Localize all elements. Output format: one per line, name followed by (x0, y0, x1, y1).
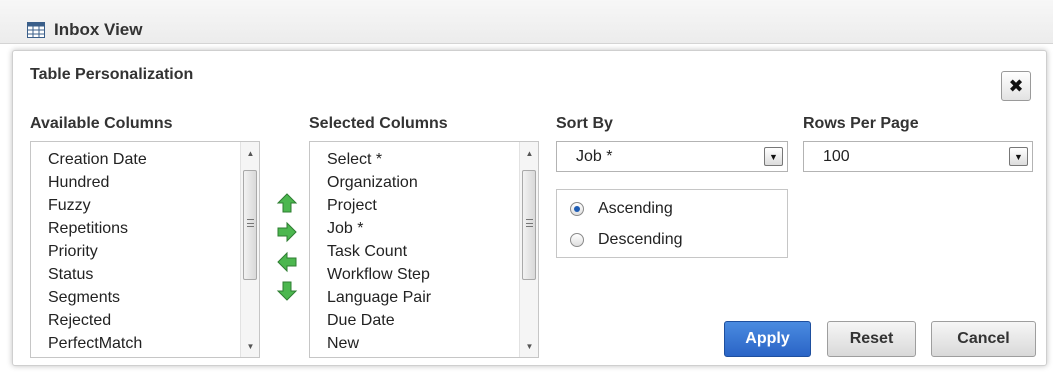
list-item[interactable]: Job * (327, 217, 431, 240)
list-item[interactable]: New (327, 332, 431, 355)
inbox-view-header: Inbox View (0, 0, 1053, 44)
list-item[interactable]: Fuzzy (48, 194, 147, 217)
chevron-down-icon[interactable]: ▼ (1009, 147, 1028, 166)
list-item[interactable]: Hundred (48, 171, 147, 194)
selected-columns-items: Select * Organization Project Job * Task… (327, 148, 431, 355)
rows-per-page-label: Rows Per Page (803, 115, 919, 132)
apply-button[interactable]: Apply (724, 321, 811, 357)
selected-columns-scrollbar[interactable]: ▲ ▼ (519, 142, 538, 357)
dialog-title: Table Personalization (30, 66, 194, 83)
list-item[interactable]: Select * (327, 148, 431, 171)
available-columns-scrollbar[interactable]: ▲ ▼ (240, 142, 259, 357)
radio-label: Ascending (598, 200, 673, 217)
list-item[interactable]: Organization (327, 171, 431, 194)
list-item[interactable]: Priority (48, 240, 147, 263)
list-item[interactable]: Workflow Step (327, 263, 431, 286)
table-personalization-dialog: Table Personalization ✖ Available Column… (12, 50, 1047, 366)
arrow-down-icon[interactable] (276, 280, 298, 302)
radio-ascending[interactable]: Ascending (570, 197, 673, 221)
radio-button[interactable] (570, 233, 584, 247)
list-item[interactable]: Language Pair (327, 286, 431, 309)
scroll-up-arrow-icon[interactable]: ▲ (241, 144, 259, 162)
reset-button[interactable]: Reset (827, 321, 916, 357)
radio-label: Descending (598, 231, 683, 248)
list-item[interactable]: Task Count (327, 240, 431, 263)
sort-by-label: Sort By (556, 115, 613, 132)
chevron-down-icon[interactable]: ▼ (764, 147, 783, 166)
cancel-button[interactable]: Cancel (931, 321, 1036, 357)
grip-icon (526, 219, 533, 227)
scrollbar-thumb[interactable] (243, 170, 257, 280)
radio-button-checked[interactable] (570, 202, 584, 216)
list-item[interactable]: Repetitions (48, 217, 147, 240)
list-item[interactable]: Segments (48, 286, 147, 309)
arrow-up-icon[interactable] (276, 192, 298, 214)
list-item[interactable]: Creation Date (48, 148, 147, 171)
available-columns-list[interactable]: Creation Date Hundred Fuzzy Repetitions … (30, 141, 260, 358)
table-grid-icon (27, 22, 45, 38)
sort-by-select[interactable]: Job * ▼ (556, 141, 788, 172)
scroll-down-arrow-icon[interactable]: ▼ (520, 337, 538, 355)
scroll-up-arrow-icon[interactable]: ▲ (520, 144, 538, 162)
rows-per-page-select[interactable]: 100 ▼ (803, 141, 1033, 172)
available-columns-label: Available Columns (30, 115, 173, 132)
scrollbar-thumb[interactable] (522, 170, 536, 280)
list-item[interactable]: Due Date (327, 309, 431, 332)
sort-order-group: Ascending Descending (556, 189, 788, 258)
close-button[interactable]: ✖ (1001, 71, 1031, 101)
list-item[interactable]: Rejected (48, 309, 147, 332)
radio-descending[interactable]: Descending (570, 228, 683, 252)
page-title: Inbox View (54, 20, 143, 39)
available-columns-items: Creation Date Hundred Fuzzy Repetitions … (48, 148, 147, 355)
selected-columns-label: Selected Columns (309, 115, 448, 132)
arrow-right-icon[interactable] (276, 221, 298, 243)
arrow-left-icon[interactable] (276, 251, 298, 273)
sort-by-value: Job * (576, 148, 613, 165)
scroll-down-arrow-icon[interactable]: ▼ (241, 337, 259, 355)
rows-per-page-value: 100 (823, 148, 850, 165)
list-item[interactable]: Status (48, 263, 147, 286)
grip-icon (247, 219, 254, 227)
list-item[interactable]: PerfectMatch (48, 332, 147, 355)
list-item[interactable]: Project (327, 194, 431, 217)
selected-columns-list[interactable]: Select * Organization Project Job * Task… (309, 141, 539, 358)
